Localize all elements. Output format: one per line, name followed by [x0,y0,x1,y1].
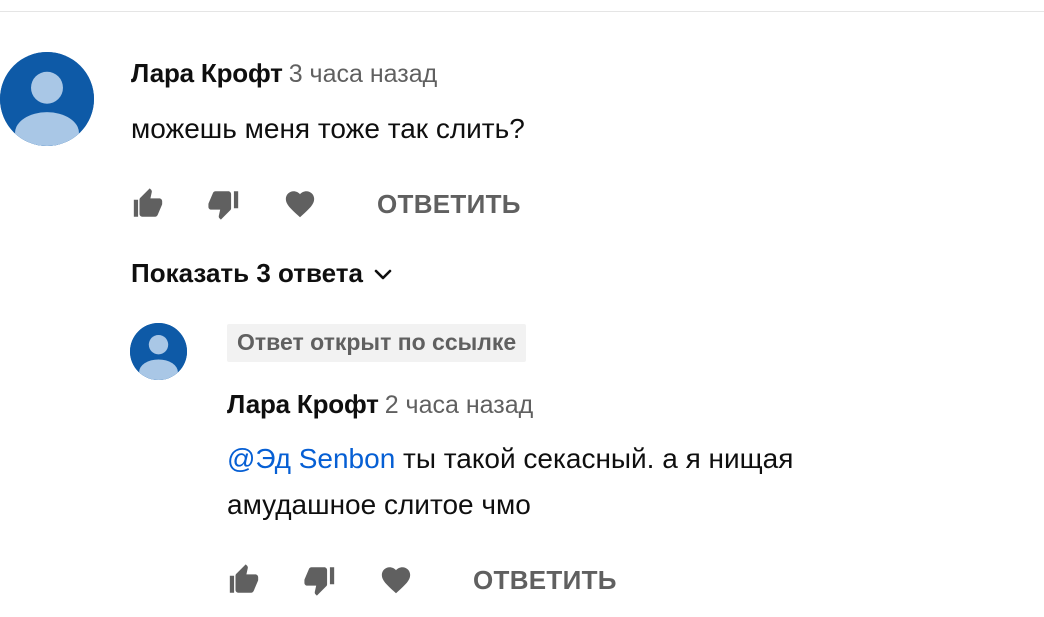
reply-time[interactable]: 2 часа назад [385,391,534,419]
reply-button[interactable]: ОТВЕТИТЬ [473,565,617,596]
avatar[interactable] [130,323,187,380]
reply-header: Лара Крофт 2 часа назад [227,391,533,418]
like-icon[interactable] [227,563,261,597]
like-icon[interactable] [131,187,165,221]
avatar[interactable] [0,52,94,146]
reply-button[interactable]: ОТВЕТИТЬ [377,189,521,220]
reply-text: @Эд Senbon ты такой секасный. а я нищая … [227,436,947,528]
show-replies-label: Показать 3 ответа [131,258,363,288]
comment-author[interactable]: Лара Крофт [131,58,283,88]
heart-icon[interactable] [379,563,413,597]
mention-link[interactable]: @Эд Senbon [227,443,395,474]
dislike-icon[interactable] [207,187,241,221]
linked-reply-badge: Ответ открыт по ссылке [227,324,527,362]
comment-time[interactable]: 3 часа назад [289,60,438,88]
top-divider [0,11,1044,12]
default-avatar-icon [130,323,187,380]
comment-header: Лара Крофт 3 часа назад [131,60,437,87]
comment-actions: ОТВЕТИТЬ [131,184,521,224]
chevron-down-icon [371,262,395,286]
heart-icon[interactable] [283,187,317,221]
reply-actions: ОТВЕТИТЬ [227,560,617,600]
reply-author[interactable]: Лара Крофт [227,389,379,419]
show-replies-button[interactable]: Показать 3 ответа [131,258,395,289]
dislike-icon[interactable] [303,563,337,597]
comment-text: можешь меня тоже так слить? [131,113,525,144]
default-avatar-icon [0,52,94,146]
